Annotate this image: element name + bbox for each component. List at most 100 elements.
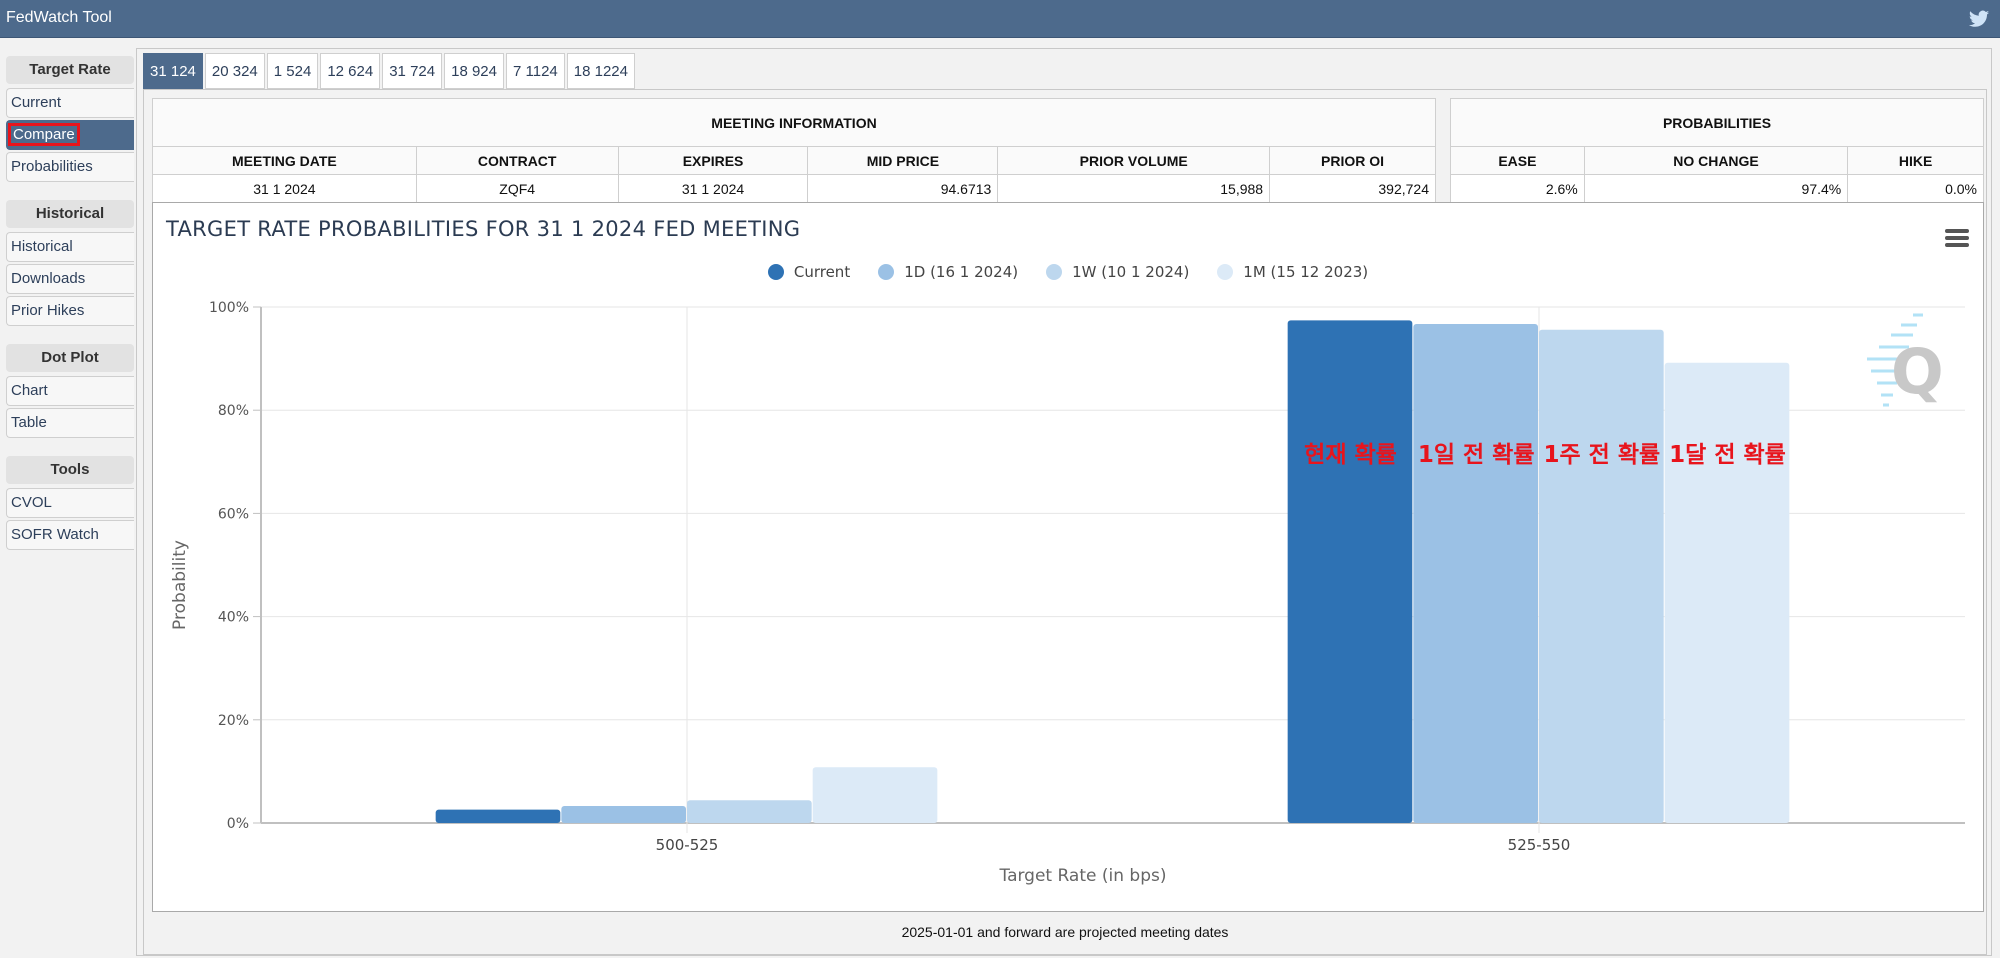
legend-label: 1M (15 12 2023) [1243,263,1369,281]
cme-q-watermark-icon: Q [1867,313,1944,408]
sidebar-item-probabilities[interactable]: Probabilities [6,152,134,182]
meeting-date-tabs: 31 124 20 324 1 524 12 624 31 724 18 924… [143,53,637,89]
tab-meeting[interactable]: 18 1224 [566,53,635,89]
bar-1d-525-550[interactable] [1413,324,1538,823]
sidebar-item-label: Current [11,94,62,111]
column-header: CONTRACT [415,146,619,175]
no-change-value: 97.4% [1583,174,1849,203]
x-tick-label: 500-525 [656,836,719,854]
meeting-panel: MEETING INFORMATION MEETING DATE CONTRAC… [143,89,1987,955]
legend-item[interactable]: 1D (16 1 2024) [878,263,1018,281]
y-tick-label: 80% [218,403,249,419]
x-axis-title: Target Rate (in bps) [999,866,1167,886]
sidebar-item-chart[interactable]: Chart [6,376,134,406]
bar-annotation: 1달 전 확률 [1669,442,1786,468]
meeting-info-heading: MEETING INFORMATION [152,98,1436,147]
ease-value: 2.6% [1450,174,1585,203]
legend-dot-icon [878,264,895,280]
legend-item[interactable]: 1W (10 1 2024) [1046,263,1189,281]
sidebar-item-table[interactable]: Table [6,408,134,438]
legend-dot-icon [767,264,784,280]
section-dot-plot: Dot Plot Chart Table [6,344,134,438]
sidebar-item-label: SOFR Watch [11,526,99,543]
hike-value: 0.0% [1847,174,1984,203]
sidebar-item-historical[interactable]: Historical [6,232,134,262]
sidebar-item-cvol[interactable]: CVOL [6,488,134,518]
y-tick-label: 100% [209,300,249,316]
legend-dot-icon [1217,264,1234,280]
bar-1m-500-525[interactable] [812,767,938,823]
sidebar-item-prior-hikes[interactable]: Prior Hikes [6,296,134,326]
meeting-info-table: MEETING INFORMATION MEETING DATE CONTRAC… [152,98,1436,203]
bar-1m-525-550[interactable] [1664,362,1790,823]
probabilities-heading: PROBABILITIES [1450,98,1984,147]
y-tick-label: 0% [227,816,249,832]
app-title: FedWatch Tool [6,9,112,26]
bar-annotation: 1주 전 확률 [1543,442,1660,468]
legend-label: 1D (16 1 2024) [904,263,1019,281]
sidebar-item-sofr-watch[interactable]: SOFR Watch [6,520,134,550]
bar-1w-525-550[interactable] [1539,329,1664,823]
column-header: PRIOR VOLUME [997,146,1271,175]
tab-meeting[interactable]: 31 124 [143,53,203,89]
sidebar-item-label: CVOL [11,494,52,511]
section-heading: Target Rate [6,56,134,84]
bar-1w-500-525[interactable] [687,800,812,823]
prior-volume-value: 15,988 [997,174,1271,203]
legend-dot-icon [1046,264,1063,280]
meeting-date-value: 31 1 2024 [152,174,417,203]
y-tick-label: 60% [218,506,249,522]
bar-current-500-525[interactable] [435,809,561,823]
chart-canvas: 0% 20% 40% 60% 80% 100% Probability 500-525 525-… [170,300,1965,886]
projected-dates-footnote: 2025-01-01 and forward are projected mee… [901,924,1229,940]
column-header: HIKE [1847,146,1984,175]
sidebar-item-label: Historical [11,238,73,255]
app-header: FedWatch Tool [0,0,2000,38]
legend-label: 1W (10 1 2024) [1072,263,1190,281]
y-tick-label: 40% [218,610,249,626]
chart-legend: Current 1D (16 1 2024) 1W (10 1 2024) 1M… [153,263,1983,281]
section-tools: Tools CVOL SOFR Watch [6,456,134,550]
bar-1d-500-525[interactable] [561,805,686,823]
legend-item[interactable]: 1M (15 12 2023) [1217,263,1368,281]
contract-value: ZQF4 [415,174,619,203]
sidebar-item-label: Downloads [11,270,86,287]
column-header: MID PRICE [807,146,999,175]
twitter-bird-icon[interactable] [1968,8,1990,30]
chart-title: TARGET RATE PROBABILITIES FOR 31 1 2024 … [166,217,801,241]
sidebar-item-current[interactable]: Current [6,88,134,118]
section-heading: Historical [6,200,134,228]
bar-current-525-550[interactable] [1287,320,1413,823]
bar-annotation: 현재 확률 [1304,442,1397,468]
tab-meeting[interactable]: 7 1124 [506,53,565,89]
column-header: NO CHANGE [1583,146,1849,175]
expires-value: 31 1 2024 [617,174,809,203]
probability-chart: 0% 20% 40% 60% 80% 100% Probability 500-525 525-… [152,202,1984,912]
section-target-rate: Target Rate Current Compare Probabilitie… [6,56,134,182]
tab-meeting[interactable]: 1 524 [266,53,319,89]
sidebar-item-label: Prior Hikes [11,302,85,319]
bar-annotation: 1일 전 확률 [1418,442,1535,468]
sidebar-item-label: Compare [8,123,80,146]
sidebar-item-label: Probabilities [11,158,93,175]
hamburger-menu-icon[interactable] [1945,229,1969,249]
column-header: EASE [1450,146,1585,175]
tab-meeting[interactable]: 20 324 [204,53,265,89]
legend-item[interactable]: Current [767,263,851,281]
column-header: EXPIRES [617,146,809,175]
y-axis-title: Probability [170,540,190,630]
sidebar-item-compare[interactable]: Compare [6,120,134,150]
sidebar-nav: Target Rate Current Compare Probabilitie… [6,56,134,552]
sidebar-item-label: Table [11,414,47,431]
tab-meeting[interactable]: 31 724 [382,53,443,89]
probabilities-table: PROBABILITIES EASE NO CHANGE HIKE 2.6% 9… [1450,98,1984,203]
tab-meeting[interactable]: 18 924 [444,53,504,89]
sidebar-item-label: Chart [11,382,48,399]
tab-meeting[interactable]: 12 624 [320,53,381,89]
legend-label: Current [793,263,851,281]
main-content: 31 124 20 324 1 524 12 624 31 724 18 924… [136,48,1992,956]
column-header: PRIOR OI [1269,146,1436,175]
section-heading: Dot Plot [6,344,134,372]
sidebar-item-downloads[interactable]: Downloads [6,264,134,294]
y-tick-label: 20% [218,713,249,729]
